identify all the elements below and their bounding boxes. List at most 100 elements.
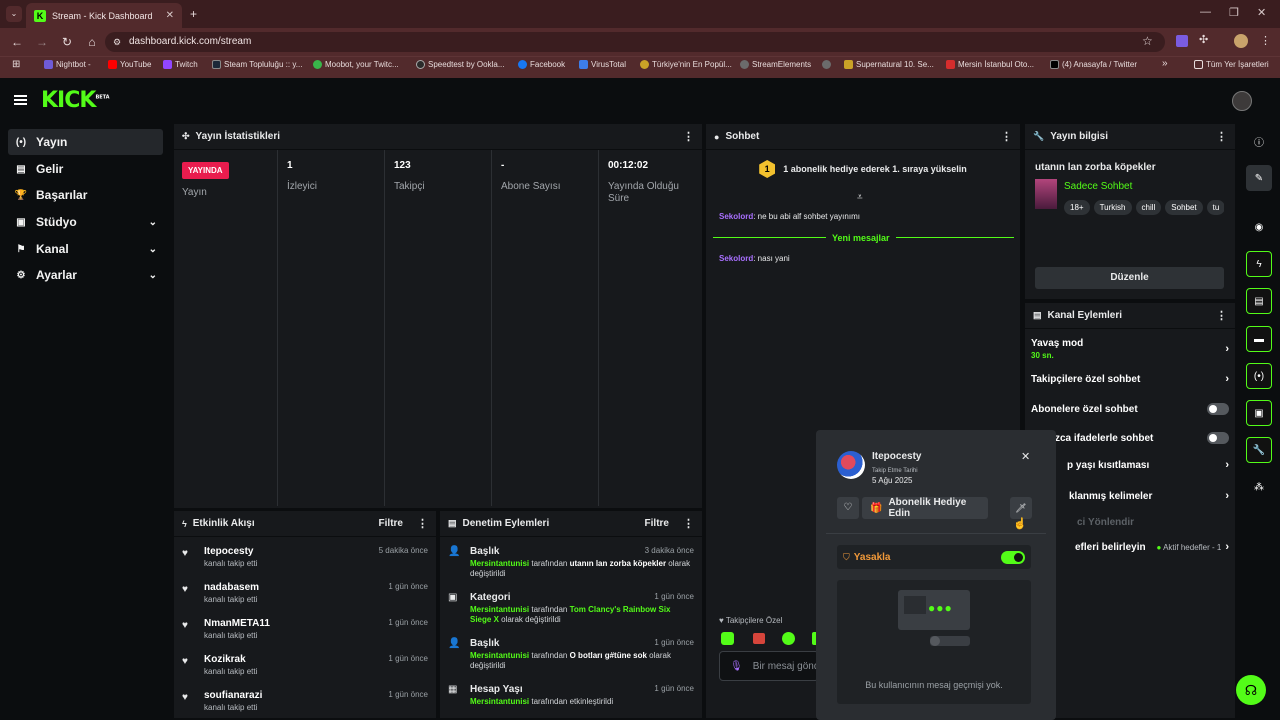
tag[interactable]: Sohbet bbox=[1165, 200, 1203, 215]
tab-list-button[interactable]: ⌄ bbox=[6, 6, 22, 22]
minimize-button[interactable]: — bbox=[1200, 6, 1211, 18]
more-options-icon[interactable]: ⋮ bbox=[683, 517, 694, 530]
back-arrow-icon[interactable]: ← bbox=[6, 35, 28, 49]
filter-button[interactable]: Filtre bbox=[379, 518, 403, 529]
slow-mode-action[interactable]: Yavaş mod 30 sn. › bbox=[1025, 336, 1235, 362]
nightbot-icon bbox=[44, 60, 53, 69]
chat-input[interactable]: 🎙Bir mesaj gönder bbox=[719, 651, 819, 681]
category-name[interactable]: Sadece Sohbet bbox=[1064, 181, 1132, 192]
support-chat-button[interactable]: ☊ bbox=[1236, 675, 1266, 705]
rank-badge-icon: 1 bbox=[759, 160, 776, 178]
all-bookmarks-folder[interactable]: Tüm Yer İşaretleri bbox=[1194, 60, 1269, 69]
chat-icon[interactable]: ▬ bbox=[1246, 326, 1272, 352]
stat-followers: 123 Takipçi bbox=[386, 150, 492, 506]
sidebar-item-gelir[interactable]: ▤ Gelir bbox=[8, 156, 163, 182]
emotes-chat-toggle[interactable] bbox=[1207, 432, 1229, 444]
moderation-list: 👤 Başlık 3 dakika önce Mersintantunisi tara… bbox=[440, 542, 702, 718]
extensions-puzzle-icon[interactable]: ✣ bbox=[1199, 33, 1208, 46]
chat-username[interactable]: Sekolord bbox=[719, 254, 753, 263]
bookmark-moobot[interactable]: Moobot, your Twitc... bbox=[313, 60, 399, 69]
follow-heart-button[interactable]: ♡ bbox=[837, 497, 859, 519]
tag[interactable]: 18+ bbox=[1064, 200, 1090, 215]
tag[interactable]: Turkish bbox=[1093, 200, 1132, 215]
user-avatar[interactable] bbox=[1232, 91, 1252, 111]
bookmark-star-icon[interactable]: ☆ bbox=[1142, 34, 1153, 48]
chevron-down-icon: ⌄ bbox=[148, 269, 157, 281]
wrench-icon[interactable]: 🔧 bbox=[1246, 437, 1272, 463]
goals-action[interactable]: efleri belirleyin ● Aktif hedefler - 1 › bbox=[1025, 538, 1235, 556]
profile-avatar[interactable] bbox=[1234, 34, 1248, 48]
more-options-icon[interactable]: ⋮ bbox=[417, 517, 428, 530]
apps-grid-icon[interactable]: ⊞ bbox=[12, 59, 20, 70]
layout-icon[interactable]: ▣ bbox=[1246, 400, 1272, 426]
sidebar-item-kanal[interactable]: ⚑ Kanal ⌄ bbox=[8, 236, 163, 262]
tag[interactable]: chill bbox=[1135, 200, 1162, 215]
lightning-icon[interactable]: ϟ bbox=[1246, 251, 1272, 277]
bookmarks-overflow[interactable]: » bbox=[1162, 58, 1168, 69]
broadcast-icon[interactable]: (•) bbox=[1246, 363, 1272, 389]
maximize-button[interactable]: ❐ bbox=[1229, 6, 1239, 19]
bookmark-youtube[interactable]: YouTube bbox=[108, 60, 151, 69]
sidebar-item-ayarlar[interactable]: ⚙ Ayarlar ⌄ bbox=[8, 262, 163, 288]
hamburger-menu-icon[interactable] bbox=[14, 95, 27, 105]
gift-subscription-button[interactable]: 🎁 Abonelik Hediye Edin bbox=[862, 497, 988, 519]
reload-icon[interactable]: ↻ bbox=[56, 35, 78, 49]
extension-icon[interactable] bbox=[1176, 35, 1188, 47]
bookmark-speedtest[interactable]: Speedtest by Ookla... bbox=[416, 60, 505, 69]
sidebar-item-studyo[interactable]: ▣ Stüdyo ⌄ bbox=[8, 209, 163, 235]
new-tab-button[interactable]: + bbox=[190, 7, 197, 21]
bookmark-nightbot[interactable]: Nightbot - bbox=[44, 60, 91, 69]
emote-2[interactable] bbox=[753, 633, 765, 644]
collapse-banner-icon[interactable]: ⩡ bbox=[857, 192, 863, 203]
site-info-icon[interactable]: ⚙ bbox=[113, 37, 121, 48]
chat-username[interactable]: Sekolord bbox=[719, 212, 753, 221]
bookmark-virustotal[interactable]: VirusTotal bbox=[579, 60, 626, 69]
follow-date-label: Takip Etme Tarihi bbox=[872, 468, 918, 474]
emote-3[interactable] bbox=[782, 632, 795, 645]
sidebar-item-yayin[interactable]: (•) Yayın bbox=[8, 129, 163, 155]
url-bar[interactable]: dashboard.kick.com/stream bbox=[105, 32, 1165, 52]
bookmark-mersin[interactable]: Mersin İstanbul Oto... bbox=[946, 60, 1034, 69]
bookmark-facebook[interactable]: Facebook bbox=[518, 60, 565, 69]
bookmark-supernatural[interactable]: Supernatural 10. Se... bbox=[844, 60, 934, 69]
followers-chat-action[interactable]: Takipçilere özel sohbet › bbox=[1025, 370, 1235, 388]
gift-banner[interactable]: 1 1 abonelik hediye ederek 1. sıraya yük… bbox=[706, 160, 1020, 178]
activity-item: ♥ soufianarazi kanalı takip etti 1 gün önce bbox=[182, 690, 428, 712]
browser-tab[interactable]: K Stream - Kick Dashboard ✕ bbox=[26, 3, 182, 28]
info-icon[interactable]: ⓘ bbox=[1246, 128, 1272, 154]
bookmark-globe[interactable] bbox=[822, 60, 834, 69]
mod-sword-button[interactable]: 🗡 bbox=[1010, 497, 1032, 519]
filter-button[interactable]: Filtre bbox=[645, 518, 669, 529]
bookmark-twitch[interactable]: Twitch bbox=[163, 60, 198, 69]
edit-button[interactable]: Düzenle bbox=[1035, 267, 1224, 289]
microphone-icon[interactable]: 🎙 bbox=[730, 661, 743, 672]
banned-words-action[interactable]: klanmış kelimeler › bbox=[1025, 487, 1235, 505]
document-icon[interactable]: ▤ bbox=[1246, 288, 1272, 314]
pencil-icon[interactable]: ✎ bbox=[1246, 165, 1272, 191]
browser-menu-icon[interactable]: ⋮ bbox=[1260, 34, 1271, 47]
bookmark-steam[interactable]: Steam Topluluğu :: y... bbox=[212, 60, 302, 69]
close-icon[interactable]: ✕ bbox=[1021, 450, 1030, 463]
subscribers-chat-toggle[interactable] bbox=[1207, 403, 1229, 415]
home-icon[interactable]: ⌂ bbox=[81, 35, 103, 49]
bookmark-twitter[interactable]: (4) Anasayfa / Twitter bbox=[1050, 60, 1137, 69]
more-options-icon[interactable]: ⋮ bbox=[1216, 130, 1227, 143]
redirect-action[interactable]: ci Yönlendir bbox=[1025, 513, 1235, 531]
camera-icon[interactable]: ◉ bbox=[1246, 214, 1272, 240]
tag[interactable]: tu bbox=[1206, 200, 1224, 215]
sidebar-item-basarilar[interactable]: 🏆 Başarılar bbox=[8, 182, 163, 208]
kick-logo[interactable]: KICKBETA bbox=[41, 88, 110, 113]
activity-feed-header: ϟ Etkinlik Akışı Filtre ⋮ bbox=[174, 511, 436, 537]
more-options-icon[interactable]: ⋮ bbox=[1216, 309, 1227, 322]
age-restriction-action[interactable]: p yaşı kısıtlaması › bbox=[1025, 456, 1235, 474]
bookmark-streamelements[interactable]: StreamElements bbox=[740, 60, 811, 69]
ban-toggle[interactable] bbox=[1001, 550, 1025, 564]
forward-arrow-icon[interactable]: → bbox=[31, 35, 53, 49]
more-options-icon[interactable]: ⋮ bbox=[1001, 130, 1012, 143]
emote-1[interactable] bbox=[721, 632, 734, 645]
nodes-icon[interactable]: ⁂ bbox=[1246, 474, 1272, 500]
tab-close-icon[interactable]: ✕ bbox=[166, 10, 174, 21]
bookmark-turkiye[interactable]: Türkiye'nin En Popül... bbox=[640, 60, 732, 69]
close-window-button[interactable]: ✕ bbox=[1257, 6, 1266, 19]
more-options-icon[interactable]: ⋮ bbox=[683, 130, 694, 143]
